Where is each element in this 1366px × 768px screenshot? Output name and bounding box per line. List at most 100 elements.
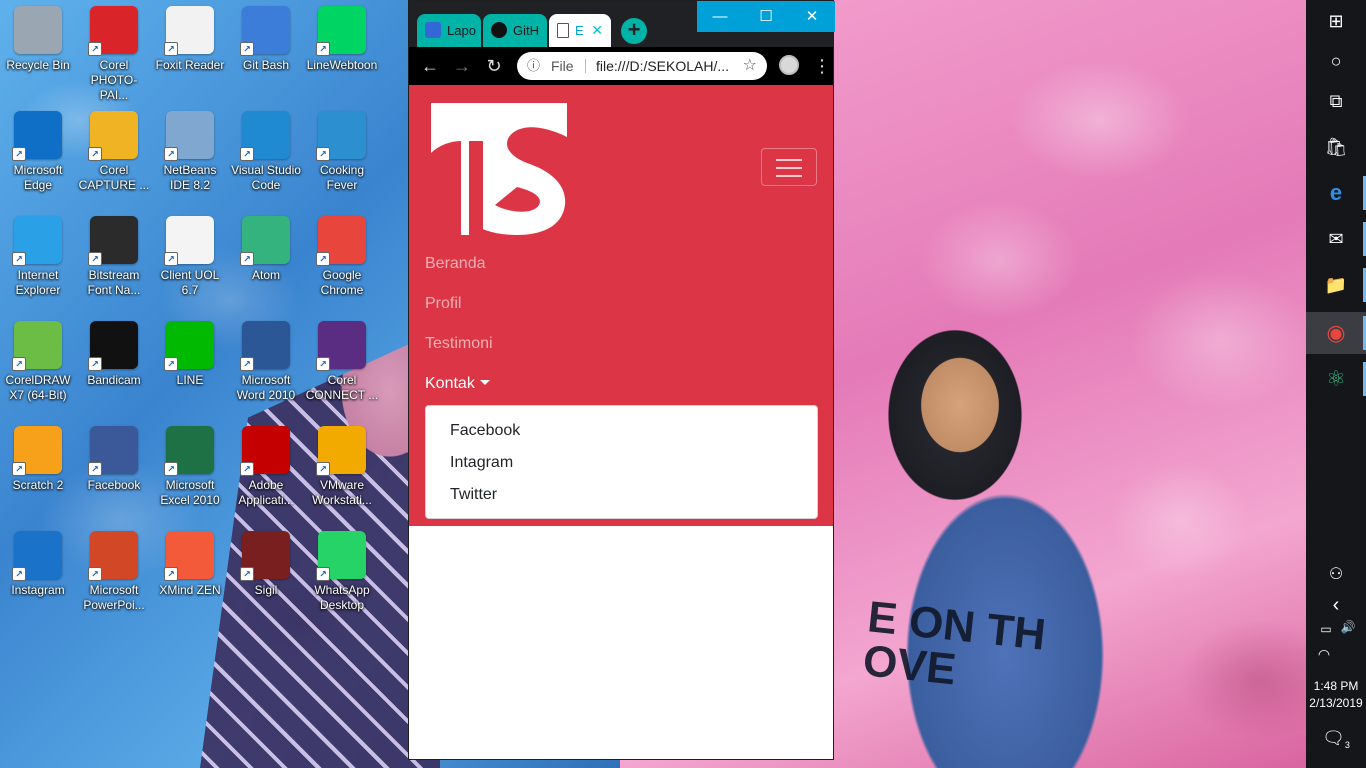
show-hidden-icons-chevron-icon[interactable]: ‹ (1306, 594, 1366, 617)
tab-close-icon[interactable]: ✕ (591, 14, 603, 47)
desktop-icon[interactable]: ↗ Corel CONNECT ... (305, 315, 379, 415)
nav-link-kontak[interactable]: Kontak (425, 375, 490, 393)
edge-taskbar-icon[interactable]: e (1306, 172, 1366, 214)
dropdown-item-instagram[interactable]: Intagram (450, 454, 513, 472)
nav-link-beranda[interactable]: Beranda (425, 255, 486, 273)
task-view-icon[interactable]: ⧉ (1306, 80, 1366, 122)
desktop-icon[interactable]: ↗ XMind ZEN (153, 525, 227, 625)
browser-menu-icon[interactable]: ⋮ (813, 53, 831, 79)
desktop-icon[interactable]: ↗ Facebook (77, 420, 151, 520)
shortcut-arrow-icon: ↗ (12, 252, 26, 266)
shortcut-arrow-icon: ↗ (164, 567, 178, 581)
people-icon[interactable]: ⚇ (1306, 564, 1366, 584)
dropdown-item-facebook[interactable]: Facebook (450, 422, 520, 440)
browser-window[interactable]: Lapo GitH E ✕ + — ☐ ✕ ← → ↻ ⓘ File file:… (408, 0, 835, 760)
nav-link-testimoni[interactable]: Testimoni (425, 335, 493, 353)
desktop-icon[interactable]: ↗ Adobe Applicati... (229, 420, 303, 520)
shortcut-arrow-icon: ↗ (12, 462, 26, 476)
desktop-icon[interactable]: ↗ WhatsApp Desktop (305, 525, 379, 625)
file-explorer-taskbar-icon[interactable]: 📁 (1306, 264, 1366, 306)
desktop-icon[interactable]: ↗ Microsoft Word 2010 (229, 315, 303, 415)
desktop-icon[interactable]: ↗ Bandicam (77, 315, 151, 415)
desktop-icon[interactable]: ↗ Cooking Fever (305, 105, 379, 205)
clock-date[interactable]: 2/13/2019 (1306, 696, 1366, 710)
desktop-icon[interactable]: ↗ Microsoft Excel 2010 (153, 420, 227, 520)
client-uol-icon: ↗ (164, 216, 214, 266)
dropdown-item-twitter[interactable]: Twitter (450, 486, 497, 504)
url-text[interactable]: file:///D:/SEKOLAH/... (596, 52, 731, 80)
desktop-icon[interactable]: ↗ Git Bash (229, 0, 303, 100)
desktop-icon[interactable]: ↗ LineWebtoon (305, 0, 379, 100)
desktop-icon[interactable]: ↗ Scratch 2 (1, 420, 75, 520)
address-bar[interactable]: ⓘ File file:///D:/SEKOLAH/... ☆ (517, 52, 767, 80)
shortcut-arrow-icon: ↗ (240, 147, 254, 161)
desktop-icon[interactable]: ↗ Client UOL 6.7 (153, 210, 227, 310)
maximize-button[interactable]: ☐ (743, 1, 789, 32)
desktop-icon-label: Cooking Fever (319, 163, 365, 192)
edge-icon: ↗ (12, 111, 62, 161)
bandicam-icon: ↗ (88, 321, 138, 371)
clock-time[interactable]: 1:48 PM (1306, 679, 1366, 693)
windows-start-icon[interactable]: ⊞ (1306, 0, 1366, 42)
desktop-icon[interactable]: ↗ VMware Workstati... (305, 420, 379, 520)
desktop-icon-label: Internet Explorer (15, 268, 61, 297)
minimize-button[interactable]: — (697, 1, 743, 32)
desktop-icon[interactable]: ↗ Visual Studio Code (229, 105, 303, 205)
atom-taskbar-icon[interactable]: ⚛ (1306, 358, 1366, 400)
desktop-icon-label: Facebook (87, 478, 141, 492)
desktop-icon[interactable]: ↗ Google Chrome (305, 210, 379, 310)
desktop-icon[interactable]: ↗ Foxit Reader (153, 0, 227, 100)
wifi-icon[interactable]: ◠ (1294, 646, 1354, 663)
desktop-icon[interactable]: ↗ Sigil (229, 525, 303, 625)
file-explorer-icon: 📁 (1324, 274, 1348, 295)
desktop-icon[interactable]: ↗ NetBeans IDE 8.2 (153, 105, 227, 205)
nav-link-profil[interactable]: Profil (425, 295, 461, 313)
desktop-icon[interactable]: ↗ Atom (229, 210, 303, 310)
desktop-icon[interactable]: ↗ Corel PHOTO-PAI... (77, 0, 151, 102)
instagram-icon: ↗ (12, 531, 62, 581)
shortcut-arrow-icon: ↗ (240, 357, 254, 371)
desktop-icon-label: Instagram (11, 583, 65, 597)
url-scheme: File (551, 58, 574, 74)
desktop-icon[interactable]: ↗ Bitstream Font Na... (77, 210, 151, 310)
desktop-icon-label: Visual Studio Code (231, 163, 301, 192)
brand-logo[interactable] (429, 101, 569, 235)
desktop-icon[interactable]: ↗ Microsoft PowerPoi... (77, 525, 151, 625)
mail-taskbar-icon[interactable]: ✉ (1306, 218, 1366, 260)
store-icon[interactable]: 🛍 (1306, 126, 1366, 168)
desktop-icon[interactable]: ↗ Internet Explorer (1, 210, 75, 310)
atom-icon: ⚛ (1326, 366, 1346, 391)
desktop-icon[interactable]: ↗ CorelDRAW X7 (64-Bit) (1, 315, 75, 415)
line-icon: ↗ (164, 321, 214, 371)
wallpaper-person-right: E ON TH OVE (835, 305, 1165, 768)
desktop-icon-label: Adobe Applicati... (238, 478, 294, 507)
close-button[interactable]: ✕ (789, 1, 835, 32)
chrome-taskbar-icon[interactable]: ◉ (1306, 312, 1366, 354)
profile-avatar-icon[interactable] (779, 55, 799, 75)
desktop-icon-label: Sigil (254, 583, 278, 597)
volume-icon[interactable]: 🔊 (1318, 620, 1366, 634)
desktop-icon[interactable]: ↗ Instagram (1, 525, 75, 625)
desktop-icon-label: Corel PHOTO-PAI... (90, 58, 138, 102)
page-body (409, 526, 833, 759)
cortana-icon[interactable]: ○ (1306, 40, 1366, 82)
reload-button[interactable]: ↻ (481, 53, 507, 79)
tab-github[interactable]: GitH (483, 14, 547, 47)
info-icon[interactable]: ⓘ (527, 52, 540, 80)
desktop-icon[interactable]: ↗ Corel CAPTURE ... (77, 105, 151, 205)
desktop-icon[interactable]: ↗ Microsoft Edge (1, 105, 75, 205)
shortcut-arrow-icon: ↗ (12, 147, 26, 161)
hamburger-line (776, 175, 802, 177)
back-button[interactable]: ← (417, 53, 443, 79)
bookmark-star-icon[interactable]: ☆ (743, 52, 757, 80)
desktop-icon[interactable]: Recycle Bin (1, 0, 75, 100)
tab-active[interactable]: E ✕ (549, 14, 611, 47)
new-tab-button[interactable]: + (621, 18, 647, 44)
desktop-icon[interactable]: ↗ LINE (153, 315, 227, 415)
tab-lapo[interactable]: Lapo (417, 14, 481, 47)
action-center-icon[interactable]: 🗨3 (1306, 728, 1366, 750)
navbar-toggler-button[interactable] (761, 148, 817, 186)
browser-titlebar[interactable]: Lapo GitH E ✕ + — ☐ ✕ (409, 1, 835, 47)
shortcut-arrow-icon: ↗ (316, 252, 330, 266)
forward-button[interactable]: → (449, 53, 475, 79)
